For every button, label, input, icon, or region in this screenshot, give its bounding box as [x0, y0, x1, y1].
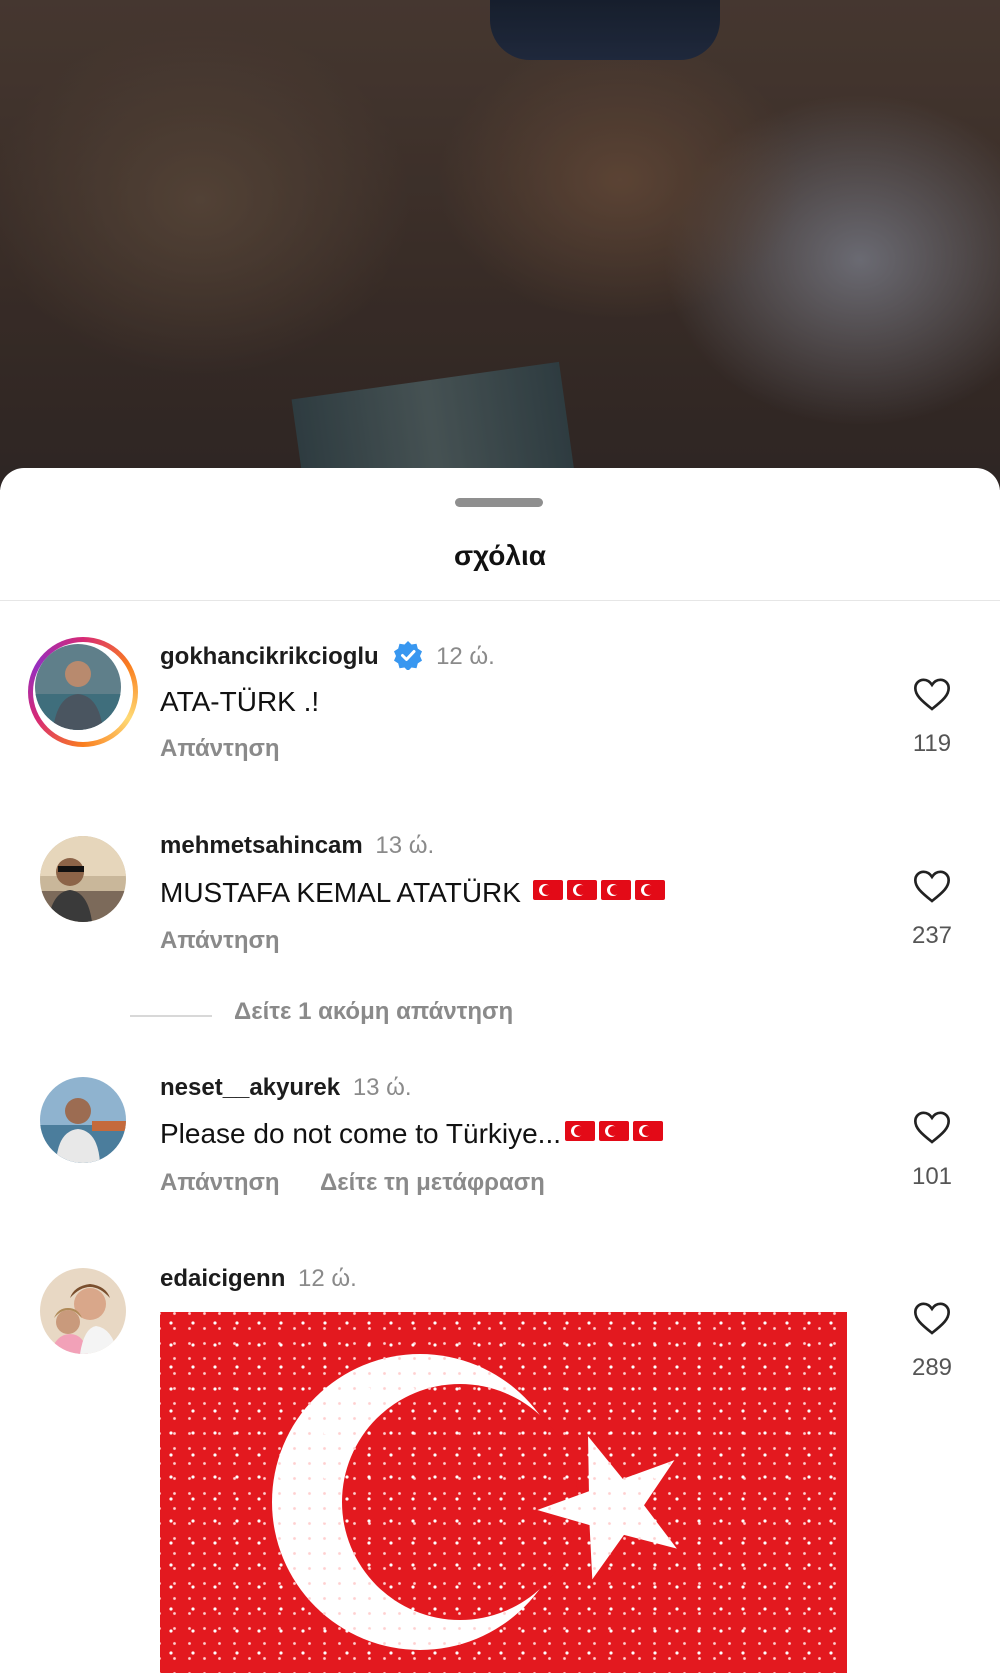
view-more-replies-label: Δείτε 1 ακόμη απάντηση — [234, 998, 514, 1025]
view-more-replies-button[interactable]: Δείτε 1 ακόμη απάντηση — [130, 998, 730, 1032]
like-count: 101 — [911, 1163, 953, 1190]
comment-text-content: Please do not come to Türkiye... — [160, 1118, 562, 1149]
turkey-flag-emoji — [634, 880, 665, 900]
turkey-flag-emoji — [599, 1121, 630, 1141]
comment-timestamp: 13 ώ. — [352, 1074, 412, 1101]
turkey-flag-emoji — [566, 880, 597, 900]
comment-timestamp: 12 ώ. — [436, 643, 495, 670]
turkey-flag-emoji — [633, 1121, 664, 1141]
turkey-flag-emoji — [565, 1121, 596, 1141]
heart-icon[interactable] — [912, 1107, 952, 1147]
turkey-flag-emoji — [532, 880, 563, 900]
avatar[interactable] — [40, 836, 126, 922]
heart-icon[interactable] — [912, 674, 952, 714]
like-count: 237 — [911, 922, 953, 949]
comment-username[interactable]: mehmetsahincam 13 ώ. — [160, 832, 434, 860]
avatar[interactable] — [40, 1077, 126, 1163]
heart-icon[interactable] — [912, 1298, 952, 1338]
like-count: 289 — [911, 1354, 953, 1381]
comment-timestamp: 12 ώ. — [298, 1265, 357, 1292]
avatar[interactable] — [40, 1268, 126, 1354]
comment-text-content: MUSTAFA KEMAL ATATÜRK — [160, 877, 521, 908]
reply-button[interactable]: Απάντηση — [160, 735, 280, 763]
comment-text: ATA-TÜRK .! — [160, 686, 320, 717]
see-translation-button[interactable]: Δείτε τη μετάφραση — [320, 1169, 545, 1197]
post-photo-background — [0, 0, 1000, 490]
comment-text: MUSTAFA KEMAL ATATÜRK — [160, 877, 665, 909]
turkish-flag-sticker — [160, 1312, 847, 1673]
reply-button[interactable]: Απάντηση — [160, 927, 280, 955]
like-count: 119 — [912, 730, 952, 757]
header-divider — [0, 600, 1000, 601]
comment-username[interactable]: neset__akyurek 13 ώ. — [160, 1074, 412, 1102]
comment-timestamp: 13 ώ. — [375, 832, 435, 859]
comment-text: Please do not come to Türkiye... — [160, 1118, 664, 1150]
drag-handle[interactable] — [455, 498, 543, 507]
comment-username[interactable]: gokhancikrikcioglu 12 ώ. — [160, 640, 495, 671]
comment-username[interactable]: edaicigenn 12 ώ. — [160, 1265, 357, 1293]
photo-dim-overlay — [0, 0, 1000, 490]
sheet-title: σχόλια — [454, 540, 546, 571]
avatar[interactable] — [35, 644, 121, 730]
story-ring[interactable] — [28, 637, 138, 747]
heart-icon[interactable] — [912, 866, 952, 906]
verified-badge-icon — [394, 641, 423, 670]
reply-button[interactable]: Απάντηση — [160, 1169, 280, 1197]
replies-divider-line — [130, 1015, 212, 1017]
turkey-flag-emoji — [600, 880, 631, 900]
sparkle-overlay — [160, 1312, 847, 1673]
